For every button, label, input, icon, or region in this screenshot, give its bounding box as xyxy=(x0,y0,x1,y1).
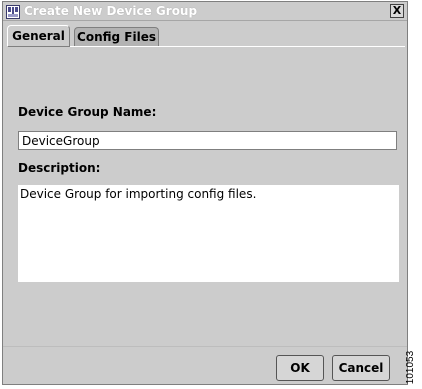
description-textarea[interactable]: Device Group for importing config files. xyxy=(18,185,399,282)
general-tab-panel: Device Group Name: Description: Device G… xyxy=(7,46,405,344)
window-title: Create New Device Group xyxy=(24,4,198,18)
dialog-window: Create New Device Group X General Config… xyxy=(2,1,408,385)
close-button[interactable]: X xyxy=(390,4,404,18)
device-group-name-label: Device Group Name: xyxy=(18,105,157,119)
tab-bar: General Config Files xyxy=(7,25,405,47)
ok-button[interactable]: OK xyxy=(276,355,324,381)
tab-config-files[interactable]: Config Files xyxy=(74,27,159,46)
title-bar[interactable]: Create New Device Group X xyxy=(3,2,407,21)
device-group-name-input[interactable] xyxy=(18,131,397,150)
figure-id-label: 101053 xyxy=(405,350,417,385)
app-window-icon xyxy=(6,4,20,19)
description-label: Description: xyxy=(18,161,101,175)
figure-id: 101053 xyxy=(404,350,420,388)
tab-general[interactable]: General xyxy=(7,25,70,47)
button-separator xyxy=(3,346,407,347)
cancel-button[interactable]: Cancel xyxy=(332,355,390,381)
close-icon: X xyxy=(392,4,402,17)
